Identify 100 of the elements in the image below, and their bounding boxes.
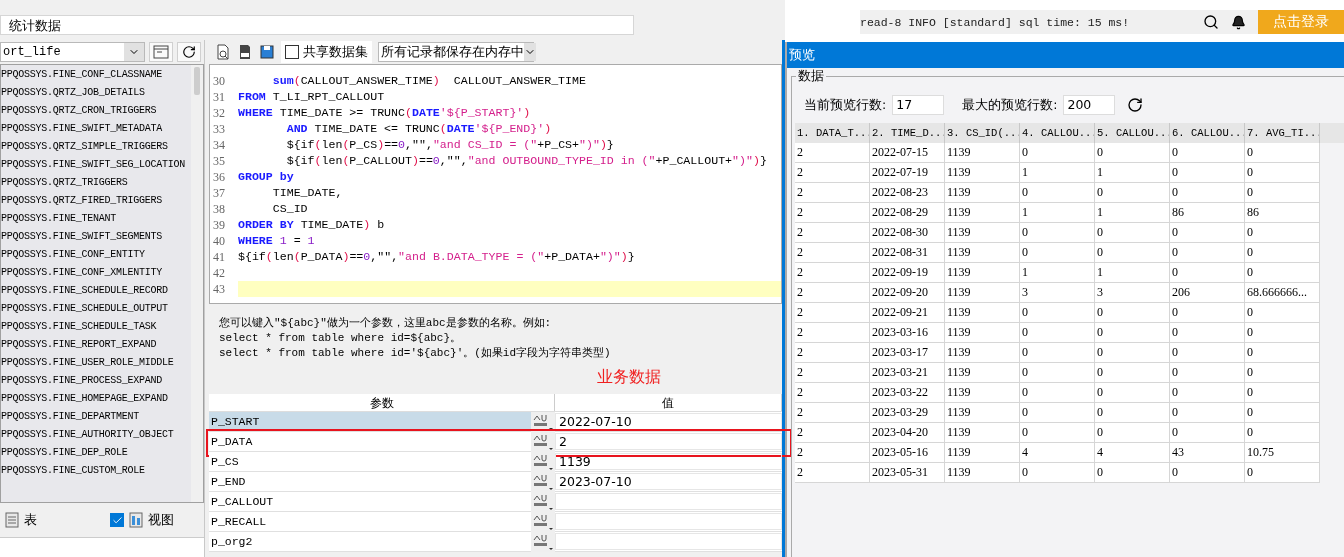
search-field[interactable] [0, 537, 204, 557]
max-rows-label: 最大的预览行数: [962, 96, 1058, 114]
filter-checkbox[interactable] [110, 513, 124, 527]
table-cell: 68.666666... [1245, 283, 1320, 303]
table-cell: 0 [1170, 223, 1245, 243]
table-item[interactable]: PPQOSSYS.FINE_DEP_ROLE [1, 444, 191, 462]
table-item[interactable]: PPQOSSYS.FINE_SCHEDULE_RECORD [1, 282, 191, 300]
refresh-icon[interactable] [1127, 97, 1144, 113]
table-cell: 0 [1245, 243, 1320, 263]
table-item[interactable]: PPQOSSYS.FINE_CONF_ENTITY [1, 246, 191, 264]
filter-label: 表 [24, 511, 37, 529]
hint-text: select * from table where id='${abc}'。(如果id字段为字符串类型) [219, 346, 612, 361]
table-cell: 2023-03-21 [870, 363, 945, 383]
table-cell: 0 [1020, 383, 1095, 403]
table-cell: 0 [1170, 263, 1245, 283]
table-cell: 2 [795, 443, 870, 463]
filter-label: 视图 [148, 511, 174, 529]
search-icon[interactable] [1203, 14, 1219, 30]
parameter-value[interactable]: 2 [555, 433, 782, 450]
table-cell: 2023-03-29 [870, 403, 945, 423]
parameter-value[interactable]: 2023-07-10 [555, 473, 782, 490]
group-title: 数据 [796, 68, 826, 85]
table-cell: 0 [1020, 223, 1095, 243]
table-cell: 1139 [945, 283, 1020, 303]
table-item[interactable]: PPQOSSYS.QRTZ_SIMPLE_TRIGGERS [1, 138, 191, 156]
table-cell: 0 [1170, 163, 1245, 183]
storage-select[interactable]: 所有记录都保存在内存中 [378, 42, 534, 62]
table-cell: 2 [795, 283, 870, 303]
log-text: read-8 INFO [standard] sql time: 15 ms! [860, 15, 1131, 29]
annotation-text: 业务数据 [596, 367, 662, 388]
table-cell: 2 [795, 143, 870, 163]
table-cell: 4 [1020, 443, 1095, 463]
table-cell: 1139 [945, 343, 1020, 363]
table-cell: 0 [1245, 403, 1320, 423]
table-cell: 0 [1170, 363, 1245, 383]
code-line: AND TIME_DATE <= TRUNC(DATE'${P_END}') [285, 121, 553, 137]
table-cell: 0 [1020, 343, 1095, 363]
table-cell: 0 [1170, 343, 1245, 363]
table-item[interactable]: PPQOSSYS.FINE_REPORT_EXPAND [1, 336, 191, 354]
table-cell: 0 [1020, 463, 1095, 483]
table-cell: 1139 [945, 463, 1020, 483]
table-item[interactable]: PPQOSSYS.FINE_HOMEPAGE_EXPAND [1, 390, 191, 408]
table-cell: 1139 [945, 223, 1020, 243]
window-icon [153, 45, 169, 59]
view-icon [128, 512, 144, 528]
table-cell: 4 [1095, 443, 1170, 463]
table-cell: 0 [1170, 243, 1245, 263]
table-cell: 0 [1095, 183, 1170, 203]
connection-select[interactable]: ort_life [0, 42, 145, 62]
table-item[interactable]: PPQOSSYS.FINE_SWIFT_SEGMENTS [1, 228, 191, 246]
table-cell: 0 [1170, 143, 1245, 163]
table-cell: 1139 [945, 383, 1020, 403]
table-cell: 2 [795, 243, 870, 263]
parameter-value[interactable]: 1139 [555, 453, 782, 470]
code-line: WHERE TIME_DATE >= TRUNC(DATE'${P_START}') [238, 105, 532, 121]
scrollbar-thumb[interactable] [194, 67, 200, 95]
table-item[interactable]: PPQOSSYS.QRTZ_CRON_TRIGGERS [1, 102, 191, 120]
hint-text: 您可以键入"${abc}"做为一个参数，这里abc是参数的名称。例如: [219, 316, 553, 331]
table-cell: 2023-03-17 [870, 343, 945, 363]
table-item[interactable]: PPQOSSYS.FINE_CONF_XMLENTITY [1, 264, 191, 282]
table-item[interactable]: PPQOSSYS.QRTZ_JOB_DETAILS [1, 84, 191, 102]
table-cell: 0 [1020, 423, 1095, 443]
table-cell: 1 [1095, 263, 1170, 283]
type-icon[interactable] [531, 412, 555, 432]
table-item[interactable]: PPQOSSYS.FINE_CONF_CLASSNAME [1, 66, 191, 84]
table-item[interactable]: PPQOSSYS.FINE_PROCESS_EXPAND [1, 372, 191, 390]
table-cell: 2023-05-16 [870, 443, 945, 463]
code-editor[interactable] [209, 64, 782, 304]
preview-icon[interactable] [215, 44, 231, 60]
table-item[interactable]: PPQOSSYS.FINE_USER_ROLE_MIDDLE [1, 354, 191, 372]
table-cell: 0 [1245, 343, 1320, 363]
table-item[interactable]: PPQOSSYS.FINE_DEPARTMENT [1, 408, 191, 426]
table-item[interactable]: PPQOSSYS.FINE_SCHEDULE_OUTPUT [1, 300, 191, 318]
share-checkbox[interactable] [285, 45, 299, 59]
table-cell: 2 [795, 163, 870, 183]
type-icon[interactable] [531, 432, 555, 452]
current-rows-label: 当前预览行数: [804, 96, 887, 114]
refresh-button[interactable] [177, 42, 201, 62]
table-item[interactable]: PPQOSSYS.FINE_CUSTOM_ROLE [1, 462, 191, 480]
save-icon[interactable] [259, 44, 275, 60]
name-field[interactable]: 统计数据 [0, 15, 634, 35]
parameter-value[interactable]: 2022-07-10 [555, 413, 782, 430]
table-cell: 0 [1245, 303, 1320, 323]
table-cell: 2022-07-19 [870, 163, 945, 183]
code-line: CS_ID [271, 201, 309, 217]
table-item[interactable]: PPQOSSYS.QRTZ_TRIGGERS [1, 174, 191, 192]
table-cell: 2 [795, 183, 870, 203]
table-item[interactable]: PPQOSSYS.FINE_AUTHORITY_OBJECT [1, 426, 191, 444]
table-cell: 0 [1245, 183, 1320, 203]
bell-icon[interactable] [1231, 14, 1246, 30]
refresh-icon [182, 45, 196, 59]
table-item[interactable]: PPQOSSYS.FINE_SWIFT_METADATA [1, 120, 191, 138]
table-item[interactable]: PPQOSSYS.FINE_TENANT [1, 210, 191, 228]
table-item[interactable]: PPQOSSYS.FINE_SCHEDULE_TASK [1, 318, 191, 336]
current-rows-field[interactable]: 17 [892, 95, 945, 115]
table-cell: 3 [1020, 283, 1095, 303]
table-cell: 0 [1245, 423, 1320, 443]
max-rows-field[interactable]: 200 [1063, 95, 1116, 115]
table-item[interactable]: PPQOSSYS.QRTZ_FIRED_TRIGGERS [1, 192, 191, 210]
table-item[interactable]: PPQOSSYS.FINE_SWIFT_SEG_LOCATION [1, 156, 191, 174]
